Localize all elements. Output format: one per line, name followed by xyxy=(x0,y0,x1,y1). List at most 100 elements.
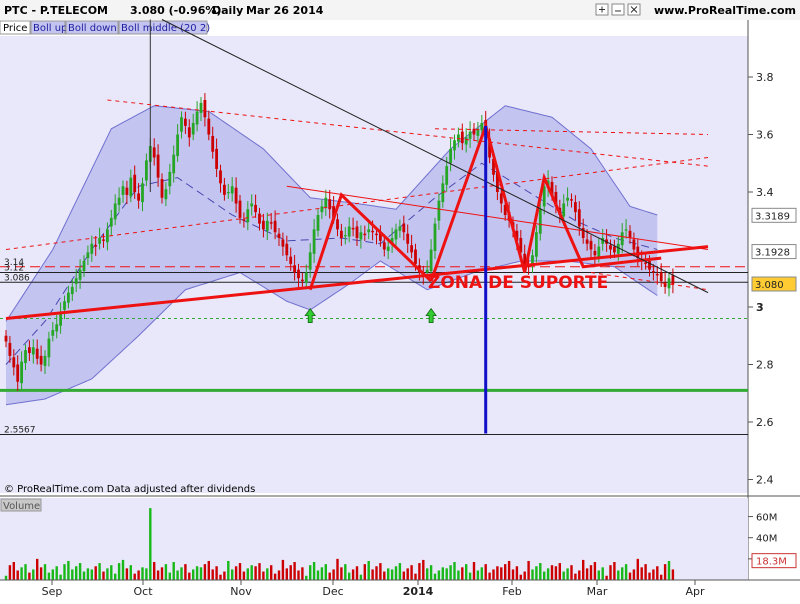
volume-bar xyxy=(492,569,495,580)
volume-label: Volume xyxy=(3,501,40,512)
volume-bar xyxy=(59,574,62,580)
candle-body xyxy=(258,213,261,224)
candle-body xyxy=(336,219,339,230)
volume-bar xyxy=(277,570,281,580)
quote-value: 3.080 (-0.96%) xyxy=(130,4,221,17)
volume-bar xyxy=(621,567,624,580)
volume-bar xyxy=(558,563,561,580)
volume-bar xyxy=(82,571,86,580)
legend-boll-down: Boll down xyxy=(68,23,117,34)
candle-body xyxy=(285,243,289,256)
volume-bar xyxy=(223,571,226,580)
candle-body xyxy=(453,140,456,151)
volume-bar xyxy=(110,565,113,580)
volume-bar xyxy=(453,562,456,580)
candle-body xyxy=(35,348,39,359)
candle-body xyxy=(234,187,238,204)
volume-bar xyxy=(137,570,140,580)
candle-body xyxy=(78,269,82,280)
candle-body xyxy=(137,193,140,201)
volume-bar xyxy=(550,565,554,580)
candle-body xyxy=(538,209,542,234)
x-tick-label: Mar xyxy=(587,585,608,598)
volume-bar xyxy=(231,569,234,580)
volume-bar xyxy=(141,567,144,580)
volume-bar xyxy=(149,508,152,580)
volume-bar xyxy=(98,563,101,580)
volume-bar xyxy=(266,568,269,580)
candle-body xyxy=(499,193,503,204)
candle-body xyxy=(70,286,74,295)
volume-bar xyxy=(383,571,386,580)
volume-bar xyxy=(652,569,655,580)
volume-bar xyxy=(636,558,639,580)
volume-bar xyxy=(363,564,366,580)
candle-body xyxy=(320,206,324,213)
volume-bar xyxy=(312,562,316,580)
candle-body xyxy=(129,177,133,197)
candle-body xyxy=(265,220,269,231)
candle-body xyxy=(386,246,390,251)
candle-body xyxy=(250,203,254,207)
candle-body xyxy=(113,203,117,220)
symbol-title: PTC - P.TELECOM xyxy=(4,4,108,17)
candle-body xyxy=(343,235,347,237)
candle-body xyxy=(312,229,316,254)
volume-bar xyxy=(270,565,273,580)
candle-body xyxy=(86,252,90,259)
volume-bar xyxy=(480,567,483,580)
volume-bar xyxy=(344,564,347,580)
volume-bar xyxy=(309,565,312,580)
candle-body xyxy=(16,364,20,382)
candle-body xyxy=(644,262,647,264)
candle-body xyxy=(308,252,312,270)
volume-bar xyxy=(605,575,608,580)
volume-bar xyxy=(398,563,402,580)
minimize-icon[interactable] xyxy=(611,3,625,16)
volume-bar xyxy=(301,567,304,580)
volume-bar xyxy=(258,563,261,580)
x-tick-label: Feb xyxy=(502,585,521,598)
volume-bar xyxy=(648,572,651,580)
volume-bar xyxy=(242,571,246,580)
volume-bar xyxy=(71,569,74,580)
volume-bar xyxy=(117,563,121,580)
candle-body xyxy=(176,134,179,157)
volume-bar xyxy=(188,572,191,580)
volume-bar xyxy=(106,568,109,580)
volume-bar xyxy=(227,560,230,580)
volume-bar xyxy=(535,566,538,580)
volume-bar xyxy=(656,566,659,580)
volume-bar xyxy=(593,562,597,580)
volume-bar xyxy=(207,560,210,580)
candle-body xyxy=(449,148,452,164)
volume-bar xyxy=(78,563,82,580)
volume-bar xyxy=(211,569,214,580)
candle-body xyxy=(211,135,215,152)
volume-tick-label: 40M xyxy=(756,534,777,545)
candle-body xyxy=(316,215,320,231)
candle-body xyxy=(355,226,359,238)
level-label-2: 3.086 xyxy=(4,273,30,283)
candle-body xyxy=(293,265,296,273)
candle-body xyxy=(593,250,597,256)
window-buttons[interactable] xyxy=(595,3,641,16)
volume-bar xyxy=(129,565,132,580)
volume-bar xyxy=(578,570,581,580)
candle-body xyxy=(297,269,300,279)
volume-bar xyxy=(465,564,468,580)
candle-body xyxy=(273,220,277,233)
period-label: Daily xyxy=(212,4,243,17)
volume-bar xyxy=(355,566,359,580)
volume-bar xyxy=(461,567,464,580)
candle-body xyxy=(156,154,160,178)
volume-bar xyxy=(585,568,589,580)
volume-bar xyxy=(387,568,390,580)
volume-bar xyxy=(39,567,43,580)
candle-body xyxy=(219,170,222,184)
candle-body xyxy=(363,233,367,236)
volume-bar xyxy=(195,566,199,580)
candle-body xyxy=(480,123,484,131)
volume-bar xyxy=(468,572,472,580)
candle-body xyxy=(659,272,663,282)
